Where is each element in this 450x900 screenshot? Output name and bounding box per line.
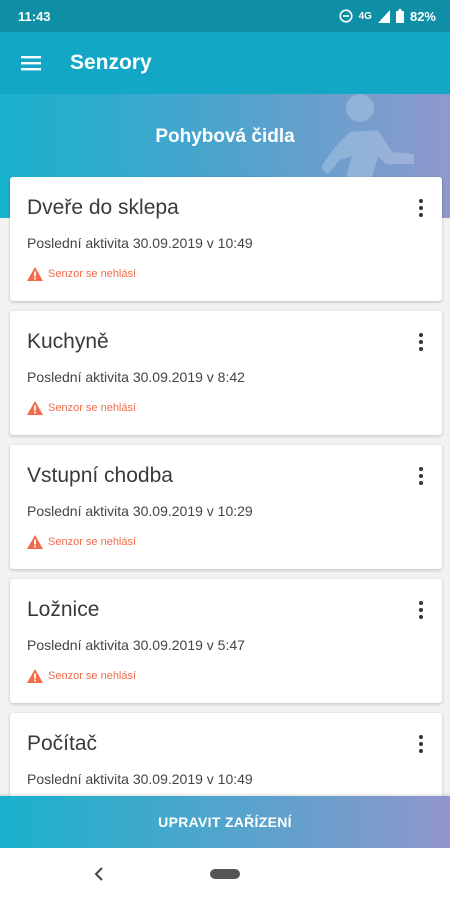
do-not-disturb-icon [339, 9, 353, 23]
more-options-button[interactable] [414, 731, 428, 757]
more-options-button[interactable] [414, 195, 428, 221]
app-bar: Senzory [0, 32, 450, 94]
more-vert-icon [419, 333, 423, 337]
sensor-name: Vstupní chodba [27, 464, 173, 487]
sensor-card[interactable]: Dveře do sklepa Poslední aktivita 30.09.… [10, 177, 442, 301]
more-vert-icon [419, 735, 423, 739]
back-button[interactable] [88, 862, 110, 886]
warning-triangle-icon [27, 401, 43, 415]
network-type: 4G [358, 10, 372, 22]
sensor-warning-text: Senzor se nehlásí [48, 670, 137, 682]
more-options-button[interactable] [414, 463, 428, 489]
status-time: 11:43 [18, 8, 51, 24]
sensor-card[interactable]: Ložnice Poslední aktivita 30.09.2019 v 5… [10, 579, 442, 703]
sensor-warning: Senzor se nehlásí [27, 401, 136, 415]
sensor-name: Dveře do sklepa [27, 196, 179, 219]
sensor-warning: Senzor se nehlásí [27, 267, 136, 281]
sensor-warning: Senzor se nehlásí [27, 535, 136, 549]
battery-icon [395, 9, 404, 23]
sensor-last-activity: Poslední aktivita 30.09.2019 v 10:49 [27, 235, 253, 251]
signal-icon [377, 9, 390, 23]
menu-button[interactable] [0, 32, 62, 94]
sensor-list: Dveře do sklepa Poslední aktivita 30.09.… [10, 177, 442, 847]
status-bar: 11:43 4G 82% [0, 0, 450, 32]
sensor-last-activity: Poslední aktivita 30.09.2019 v 5:47 [27, 637, 245, 653]
more-options-button[interactable] [414, 597, 428, 623]
sensor-last-activity: Poslední aktivita 30.09.2019 v 10:29 [27, 503, 253, 519]
sensor-last-activity: Poslední aktivita 30.09.2019 v 10:49 [27, 771, 253, 787]
sensor-name: Ložnice [27, 598, 100, 621]
page-title: Senzory [70, 51, 152, 74]
system-nav-bar [0, 848, 450, 900]
hamburger-icon [21, 56, 41, 71]
more-vert-icon [419, 199, 423, 203]
category-title: Pohybová čidla [155, 126, 295, 147]
more-options-button[interactable] [414, 329, 428, 355]
warning-triangle-icon [27, 267, 43, 281]
more-vert-icon [419, 467, 423, 471]
home-pill-icon[interactable] [210, 869, 240, 879]
sensor-name: Kuchyně [27, 330, 109, 353]
sensor-warning-text: Senzor se nehlásí [48, 536, 137, 548]
back-icon [94, 867, 103, 881]
sensor-warning: Senzor se nehlásí [27, 669, 136, 683]
edit-devices-button[interactable]: UPRAVIT ZAŘÍZENÍ [0, 796, 450, 848]
sensor-card[interactable]: Kuchyně Poslední aktivita 30.09.2019 v 8… [10, 311, 442, 435]
more-vert-icon [419, 601, 423, 605]
sensor-card[interactable]: Vstupní chodba Poslední aktivita 30.09.2… [10, 445, 442, 569]
sensor-warning-text: Senzor se nehlásí [48, 402, 137, 414]
warning-triangle-icon [27, 535, 43, 549]
sensor-name: Počítač [27, 732, 98, 755]
warning-triangle-icon [27, 669, 43, 683]
sensor-warning-text: Senzor se nehlásí [48, 268, 137, 280]
battery-level: 82% [409, 8, 436, 24]
status-icons: 4G 82% [339, 9, 436, 24]
sensor-last-activity: Poslední aktivita 30.09.2019 v 8:42 [27, 369, 245, 385]
